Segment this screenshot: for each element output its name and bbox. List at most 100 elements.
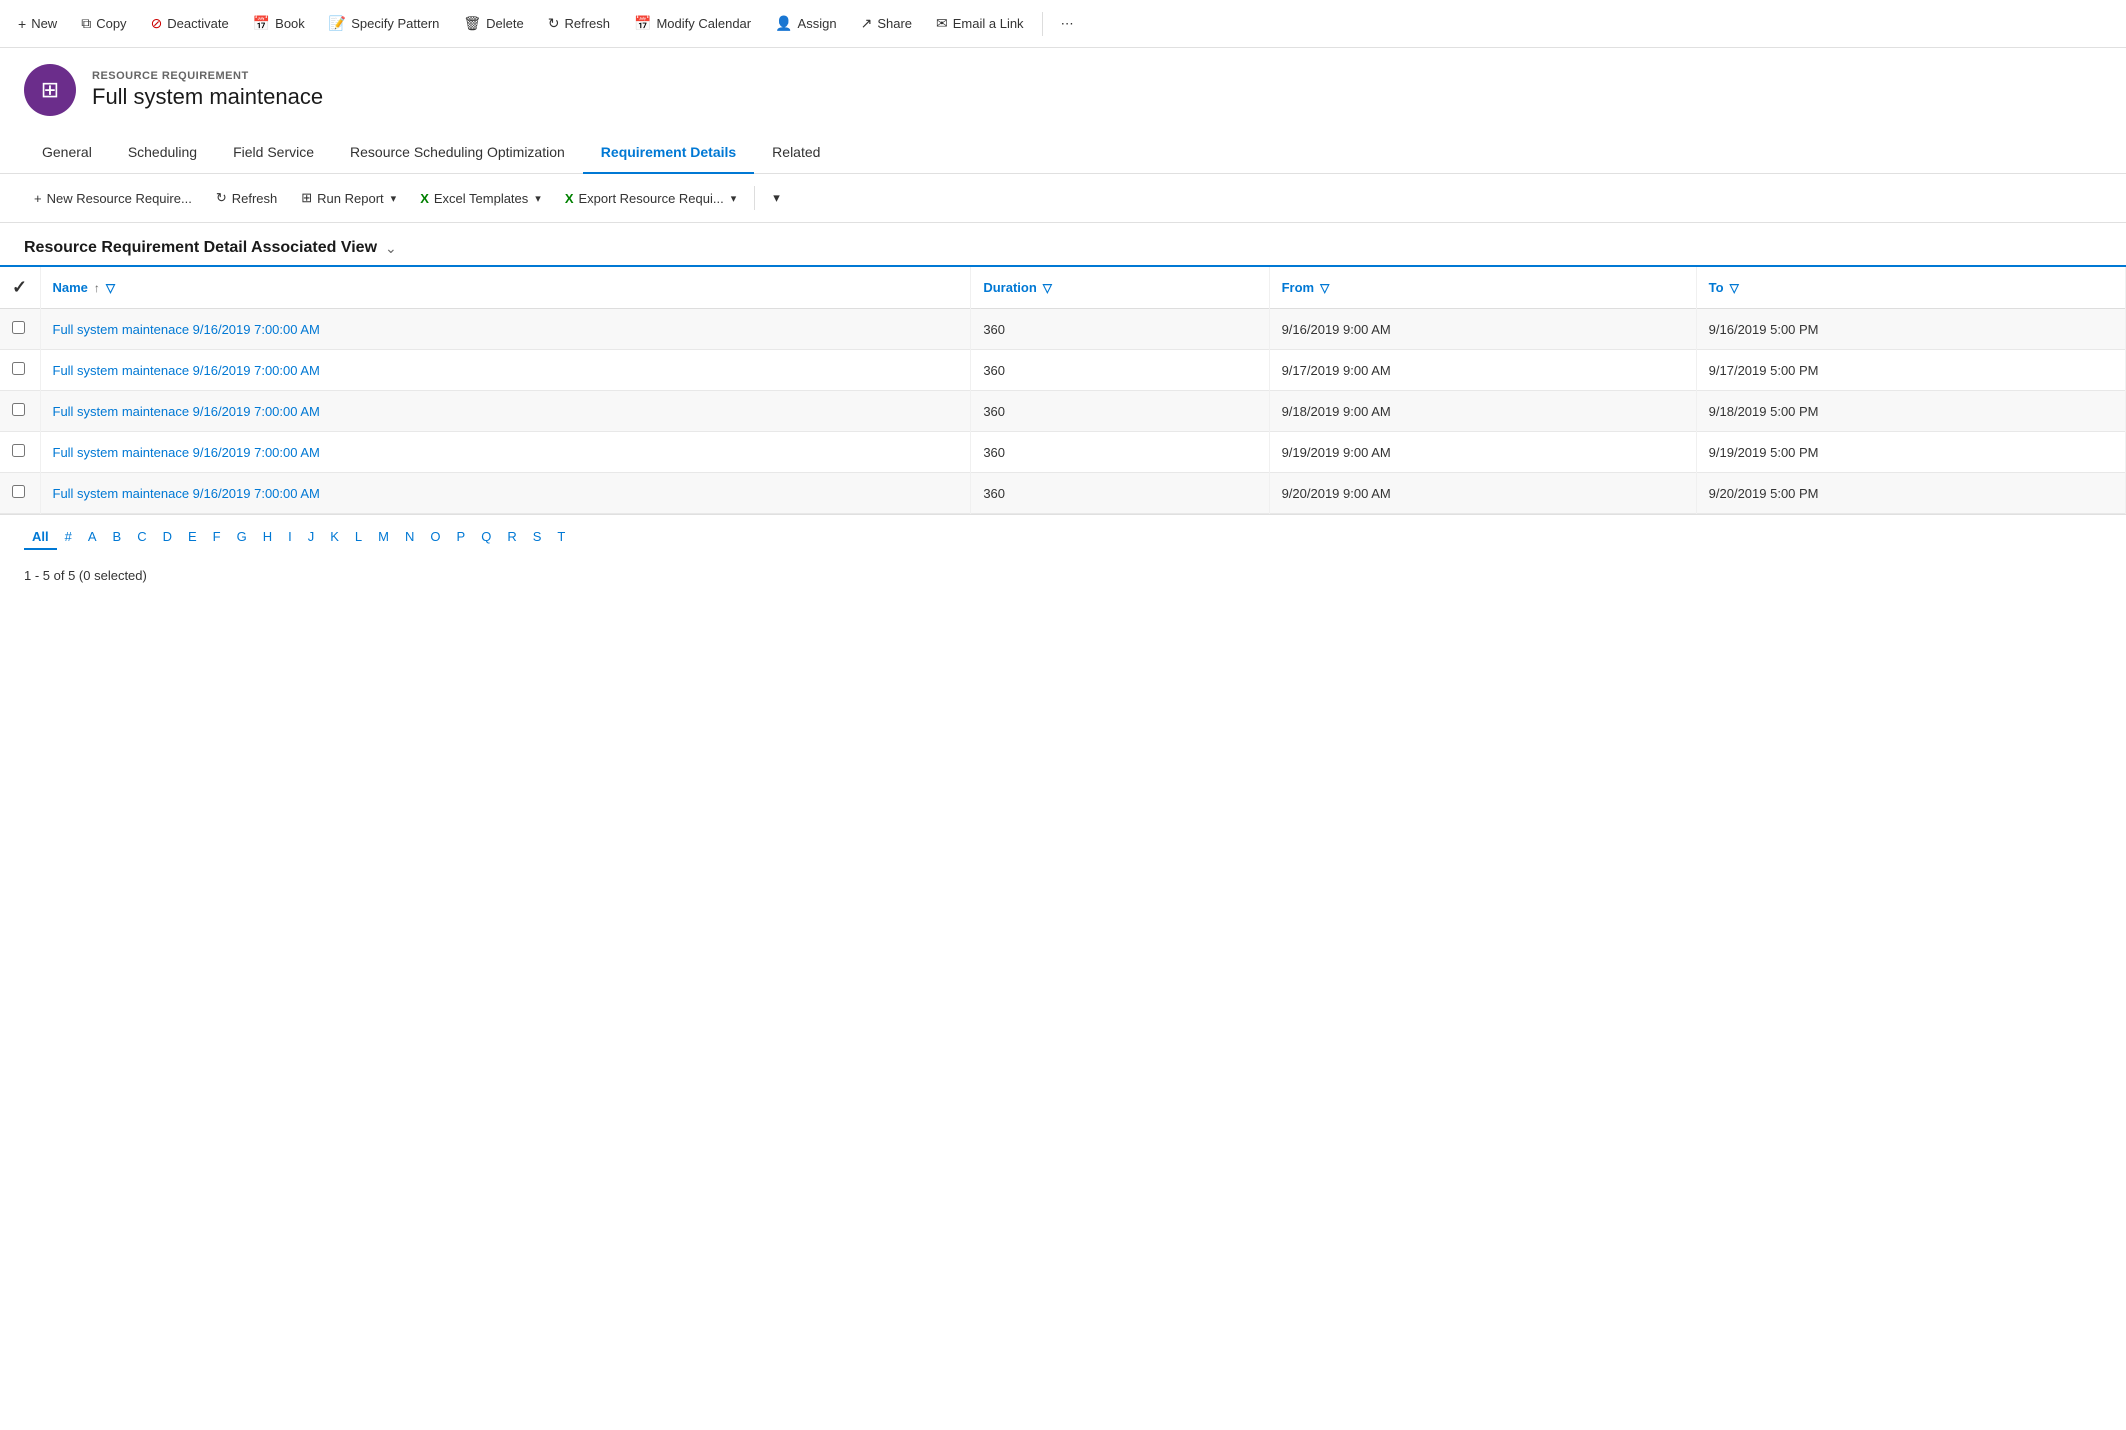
page-letter-m[interactable]: M: [370, 525, 397, 550]
page-letter-k[interactable]: K: [322, 525, 347, 550]
tab-general[interactable]: General: [24, 132, 110, 174]
page-letter-#[interactable]: #: [57, 525, 80, 550]
record-info: RESOURCE REQUIREMENT Full system mainten…: [92, 70, 323, 110]
page-letter-n[interactable]: N: [397, 525, 422, 550]
duration-column-header[interactable]: Duration ▽: [971, 267, 1269, 309]
page-letter-j[interactable]: J: [300, 525, 323, 550]
row-checkbox-cell[interactable]: [0, 432, 40, 473]
assign-button[interactable]: 👤 Assign: [765, 9, 846, 38]
page-letter-f[interactable]: F: [205, 525, 229, 550]
row-checkbox[interactable]: [12, 444, 25, 457]
table-row: Full system maintenace 9/16/2019 7:00:00…: [0, 473, 2126, 514]
row-checkbox[interactable]: [12, 403, 25, 416]
row-name-cell: Full system maintenace 9/16/2019 7:00:00…: [40, 350, 971, 391]
row-to-cell: 9/19/2019 5:00 PM: [1696, 432, 2125, 473]
page-letter-a[interactable]: A: [80, 525, 105, 550]
pagination-bar: All#ABCDEFGHIJKLMNOPQRST: [0, 514, 2126, 560]
refresh-button[interactable]: ↻ Refresh: [538, 9, 620, 38]
email-link-button[interactable]: ✉ Email a Link: [926, 9, 1034, 38]
table-row: Full system maintenace 9/16/2019 7:00:00…: [0, 432, 2126, 473]
page-letter-o[interactable]: O: [422, 525, 448, 550]
page-letter-g[interactable]: G: [229, 525, 255, 550]
view-title-chevron[interactable]: ⌄: [385, 240, 397, 257]
copy-button[interactable]: ⧉ Copy: [71, 9, 136, 38]
page-letter-s[interactable]: S: [525, 525, 550, 550]
specify-pattern-button[interactable]: 📝 Specify Pattern: [319, 9, 450, 38]
row-checkbox-cell[interactable]: [0, 391, 40, 432]
row-duration-cell: 360: [971, 473, 1269, 514]
row-name-link[interactable]: Full system maintenace 9/16/2019 7:00:00…: [53, 404, 320, 419]
book-button[interactable]: 📅 Book: [243, 9, 315, 38]
page-letter-p[interactable]: P: [449, 525, 474, 550]
record-header: ⊞ RESOURCE REQUIREMENT Full system maint…: [0, 48, 2126, 132]
more-button[interactable]: ⋯: [1051, 10, 1084, 38]
row-name-link[interactable]: Full system maintenace 9/16/2019 7:00:00…: [53, 363, 320, 378]
page-letter-e[interactable]: E: [180, 525, 205, 550]
record-title: Full system maintenace: [92, 84, 323, 110]
export-button[interactable]: X Export Resource Requi... ▾: [555, 185, 746, 212]
row-checkbox[interactable]: [12, 321, 25, 334]
row-checkbox[interactable]: [12, 362, 25, 375]
row-checkbox-cell[interactable]: [0, 473, 40, 514]
deactivate-button[interactable]: ⊘ Deactivate: [141, 9, 239, 38]
tab-requirement-details[interactable]: Requirement Details: [583, 132, 754, 174]
new-button[interactable]: + New: [8, 10, 67, 38]
row-from-cell: 9/17/2019 9:00 AM: [1269, 350, 1696, 391]
copy-icon: ⧉: [81, 15, 91, 32]
row-checkbox-cell[interactable]: [0, 309, 40, 350]
tab-field-service[interactable]: Field Service: [215, 132, 332, 174]
from-filter-icon: ▽: [1320, 281, 1329, 295]
tab-related[interactable]: Related: [754, 132, 838, 174]
tab-scheduling[interactable]: Scheduling: [110, 132, 215, 174]
row-from-cell: 9/16/2019 9:00 AM: [1269, 309, 1696, 350]
page-letter-b[interactable]: B: [105, 525, 130, 550]
new-resource-button[interactable]: + New Resource Require...: [24, 185, 202, 212]
duration-filter-icon: ▽: [1043, 281, 1052, 295]
record-icon-symbol: ⊞: [41, 77, 59, 103]
row-name-link[interactable]: Full system maintenace 9/16/2019 7:00:00…: [53, 322, 320, 337]
page-letter-i[interactable]: I: [280, 525, 300, 550]
data-table: ✓ Name ↑ ▽ Duration ▽: [0, 267, 2126, 514]
run-report-chevron: ▾: [391, 192, 397, 205]
modify-calendar-button[interactable]: 📅 Modify Calendar: [624, 9, 761, 38]
row-from-cell: 9/20/2019 9:00 AM: [1269, 473, 1696, 514]
row-name-link[interactable]: Full system maintenace 9/16/2019 7:00:00…: [53, 486, 320, 501]
page-letter-l[interactable]: L: [347, 525, 370, 550]
select-all-header[interactable]: ✓: [0, 267, 40, 309]
record-type: RESOURCE REQUIREMENT: [92, 70, 323, 82]
page-letter-t[interactable]: T: [549, 525, 573, 550]
table-row: Full system maintenace 9/16/2019 7:00:00…: [0, 309, 2126, 350]
row-name-cell: Full system maintenace 9/16/2019 7:00:00…: [40, 309, 971, 350]
page-letter-all[interactable]: All: [24, 525, 57, 550]
export-more-button[interactable]: ▾: [763, 184, 790, 212]
assign-icon: 👤: [775, 15, 792, 32]
row-to-cell: 9/20/2019 5:00 PM: [1696, 473, 2125, 514]
sub-toolbar: + New Resource Require... ↻ Refresh ⊞ Ru…: [0, 174, 2126, 223]
page-letter-h[interactable]: H: [255, 525, 280, 550]
table-header-row: ✓ Name ↑ ▽ Duration ▽: [0, 267, 2126, 309]
sub-refresh-button[interactable]: ↻ Refresh: [206, 184, 287, 212]
name-column-header[interactable]: Name ↑ ▽: [40, 267, 971, 309]
sub-refresh-icon: ↻: [216, 190, 227, 206]
tab-resource-scheduling[interactable]: Resource Scheduling Optimization: [332, 132, 583, 174]
page-letter-c[interactable]: C: [129, 525, 154, 550]
excel-chevron: ▾: [535, 192, 541, 205]
page-letter-q[interactable]: Q: [473, 525, 499, 550]
row-checkbox[interactable]: [12, 485, 25, 498]
new-icon: +: [18, 16, 26, 32]
row-to-cell: 9/17/2019 5:00 PM: [1696, 350, 2125, 391]
table-body: Full system maintenace 9/16/2019 7:00:00…: [0, 309, 2126, 514]
share-button[interactable]: ↗ Share: [851, 9, 922, 38]
row-name-link[interactable]: Full system maintenace 9/16/2019 7:00:00…: [53, 445, 320, 460]
delete-button[interactable]: 🗑 Delete: [453, 9, 533, 38]
from-column-header[interactable]: From ▽: [1269, 267, 1696, 309]
excel-templates-button[interactable]: X Excel Templates ▾: [410, 185, 551, 212]
page-letter-d[interactable]: D: [155, 525, 180, 550]
page-letter-r[interactable]: R: [499, 525, 524, 550]
status-bar: 1 - 5 of 5 (0 selected): [0, 560, 2126, 591]
row-from-cell: 9/18/2019 9:00 AM: [1269, 391, 1696, 432]
to-column-header[interactable]: To ▽: [1696, 267, 2125, 309]
deactivate-icon: ⊘: [151, 15, 163, 32]
run-report-button[interactable]: ⊞ Run Report ▾: [291, 184, 406, 212]
row-checkbox-cell[interactable]: [0, 350, 40, 391]
